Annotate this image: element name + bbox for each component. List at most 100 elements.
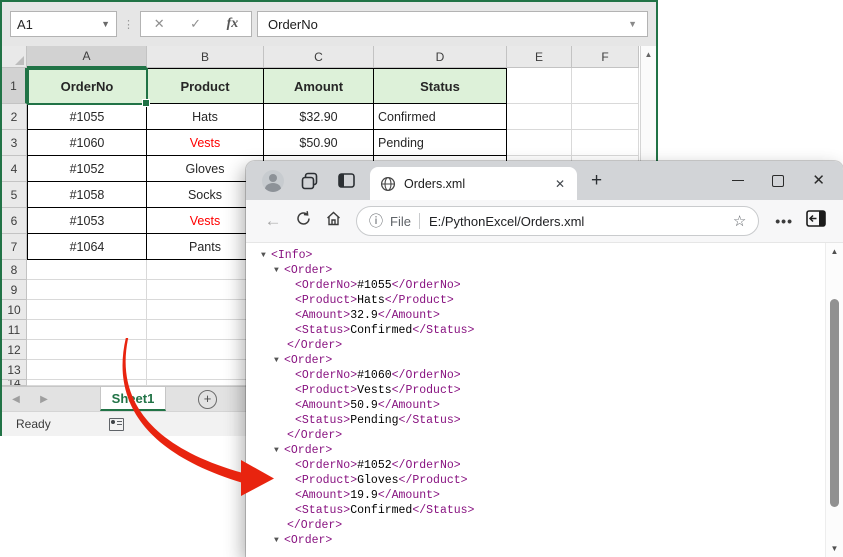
cell-E2[interactable] <box>507 104 572 130</box>
column-header-C[interactable]: C <box>264 46 374 68</box>
tab-actions-menu-icon[interactable] <box>336 171 356 191</box>
cell-A1[interactable]: OrderNo <box>27 68 147 104</box>
cell-C3[interactable]: $50.90 <box>264 130 374 156</box>
column-header-D[interactable]: D <box>374 46 507 68</box>
collapse-toggle-icon[interactable]: ▼ <box>274 443 284 458</box>
next-sheet-icon[interactable]: ▶ <box>30 394 58 405</box>
row-header-8[interactable]: 8 <box>2 260 27 280</box>
window-controls: ✕ <box>732 175 833 187</box>
cell-B3[interactable]: Vests <box>147 130 264 156</box>
column-header-F[interactable]: F <box>572 46 639 68</box>
address-bar[interactable]: ⓘ File E:/PythonExcel/Orders.xml ☆ <box>356 206 759 236</box>
cell-D2[interactable]: Confirmed <box>374 104 507 130</box>
collapse-toggle-icon[interactable]: ▼ <box>274 353 284 368</box>
xml-line: </Order> <box>257 338 825 353</box>
cell-A8[interactable] <box>27 260 147 280</box>
cell-E1[interactable] <box>507 68 572 104</box>
row-header-11[interactable]: 11 <box>2 320 27 340</box>
favorite-star-icon[interactable]: ☆ <box>733 212 746 230</box>
xml-tag: </Status> <box>412 504 474 517</box>
sheet-tab-sheet1[interactable]: Sheet1 <box>100 387 166 411</box>
profile-avatar-icon[interactable] <box>262 170 284 192</box>
row-header-1[interactable]: 1 <box>2 68 27 104</box>
sidebar-toggle-icon[interactable] <box>803 210 829 232</box>
row-header-2[interactable]: 2 <box>2 104 27 130</box>
cell-A5[interactable]: #1058 <box>27 182 147 208</box>
browser-content: ▼<Info>▼<Order><OrderNo>#1055</OrderNo><… <box>246 243 843 557</box>
cell-A10[interactable] <box>27 300 147 320</box>
formula-bar-expand-icon[interactable]: ▼ <box>628 19 637 29</box>
cell-F1[interactable] <box>572 68 639 104</box>
row-header-4[interactable]: 4 <box>2 156 27 182</box>
xml-line: ▼<Order> <box>257 263 825 278</box>
refresh-icon[interactable] <box>290 210 316 232</box>
confirm-entry-icon[interactable]: ✓ <box>190 16 201 32</box>
cell-C1[interactable]: Amount <box>264 68 374 104</box>
maximize-icon[interactable] <box>772 175 784 187</box>
cell-C2[interactable]: $32.90 <box>264 104 374 130</box>
column-header-B[interactable]: B <box>147 46 264 68</box>
xml-line: <OrderNo>#1055</OrderNo> <box>257 278 825 293</box>
collapse-toggle-icon[interactable]: ▼ <box>261 248 271 263</box>
cell-D1[interactable]: Status <box>374 68 507 104</box>
formula-bar-grip-icon[interactable]: ⋮ <box>123 18 134 31</box>
cell-A11[interactable] <box>27 320 147 340</box>
close-window-icon[interactable]: ✕ <box>812 176 825 186</box>
home-icon[interactable] <box>320 210 346 232</box>
row-header-12[interactable]: 12 <box>2 340 27 360</box>
prev-sheet-icon[interactable]: ◀ <box>2 394 30 405</box>
row-header-5[interactable]: 5 <box>2 182 27 208</box>
name-box[interactable]: A1 ▼ <box>10 11 117 37</box>
collapse-toggle-icon[interactable]: ▼ <box>274 533 284 548</box>
row-header-13[interactable]: 13 <box>2 360 27 380</box>
cell-A6[interactable]: #1053 <box>27 208 147 234</box>
cell-A3[interactable]: #1060 <box>27 130 147 156</box>
minimize-icon[interactable] <box>732 180 744 182</box>
row-header-3[interactable]: 3 <box>2 130 27 156</box>
tab-close-icon[interactable]: ✕ <box>553 177 567 191</box>
cell-A7[interactable]: #1064 <box>27 234 147 260</box>
cell-B2[interactable]: Hats <box>147 104 264 130</box>
cancel-entry-icon[interactable]: ✕ <box>154 16 165 32</box>
browser-tab-orders-xml[interactable]: Orders.xml ✕ <box>370 167 577 200</box>
name-box-dropdown-icon[interactable]: ▼ <box>101 19 110 29</box>
row-header-7[interactable]: 7 <box>2 234 27 260</box>
scroll-up-icon[interactable]: ▲ <box>826 247 843 256</box>
settings-more-icon[interactable]: ••• <box>775 213 793 229</box>
select-all-corner[interactable] <box>2 46 27 68</box>
row-header-9[interactable]: 9 <box>2 280 27 300</box>
xml-tag: <Product> <box>295 294 357 307</box>
cell-A9[interactable] <box>27 280 147 300</box>
cell-A2[interactable]: #1055 <box>27 104 147 130</box>
row-header-6[interactable]: 6 <box>2 208 27 234</box>
browser-vertical-scrollbar[interactable]: ▲ ▼ <box>825 243 843 557</box>
scroll-up-icon[interactable]: ▲ <box>641 46 656 59</box>
new-tab-icon[interactable]: + <box>591 170 602 192</box>
cell-E3[interactable] <box>507 130 572 156</box>
column-header-E[interactable]: E <box>507 46 572 68</box>
xml-tag: </Status> <box>412 324 474 337</box>
cell-B1[interactable]: Product <box>147 68 264 104</box>
back-icon[interactable]: ← <box>260 211 286 231</box>
scrollbar-thumb[interactable] <box>830 299 839 507</box>
scroll-down-icon[interactable]: ▼ <box>826 544 843 553</box>
xml-tag: <Amount> <box>295 309 350 322</box>
page-info-icon[interactable]: ⓘ <box>369 211 383 231</box>
macro-record-icon[interactable] <box>109 418 124 431</box>
cell-A4[interactable]: #1052 <box>27 156 147 182</box>
xml-line: <Amount>50.9</Amount> <box>257 398 825 413</box>
cell-A13[interactable] <box>27 360 147 380</box>
collapse-toggle-icon[interactable]: ▼ <box>274 263 284 278</box>
column-header-A[interactable]: A <box>27 46 147 68</box>
cell-A12[interactable] <box>27 340 147 360</box>
formula-input[interactable]: OrderNo ▼ <box>257 11 648 37</box>
cell-D3[interactable]: Pending <box>374 130 507 156</box>
cell-F2[interactable] <box>572 104 639 130</box>
xml-line: ▼<Order> <box>257 533 825 548</box>
row-header-10[interactable]: 10 <box>2 300 27 320</box>
xml-line: <Status>Confirmed</Status> <box>257 503 825 518</box>
add-sheet-button[interactable]: + <box>198 390 217 409</box>
cell-F3[interactable] <box>572 130 639 156</box>
insert-function-icon[interactable]: fx <box>227 16 239 32</box>
workspaces-icon[interactable] <box>300 171 320 191</box>
